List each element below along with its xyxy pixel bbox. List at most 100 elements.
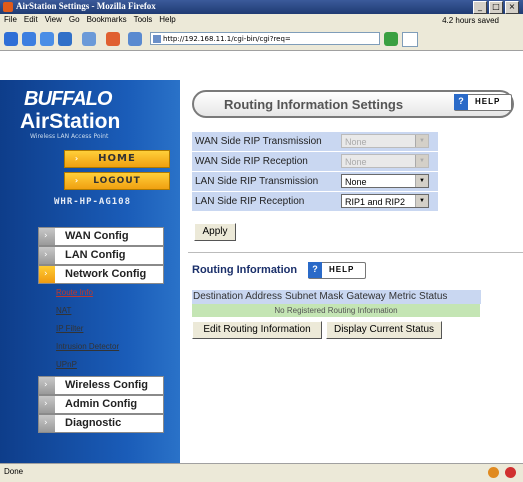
menu-tools[interactable]: Tools [130,14,156,24]
home-button[interactable]: › HOME [64,150,170,168]
form-row: WAN Side RIP Reception None ▼ [192,152,438,171]
maximize-button[interactable]: □ [489,1,503,14]
chevron-down-icon: ▼ [415,135,428,147]
reload-icon[interactable] [40,32,54,46]
nav-square-icon: › [39,228,55,245]
update-icon[interactable] [488,467,499,478]
nav-label: Admin Config [65,398,138,410]
address-bar[interactable]: http://192.168.11.1/cgi-bin/cgi?req= [150,32,380,45]
home-icon[interactable] [82,32,96,46]
lan-rip-reception-select[interactable]: RIP1 and RIP2 ▼ [341,194,429,208]
chevron-down-icon: ▼ [415,175,428,187]
subnav-nat[interactable]: NAT [56,306,71,315]
form-row: LAN Side RIP Reception RIP1 and RIP2 ▼ [192,192,438,211]
history-icon[interactable] [128,32,142,46]
chevron-down-icon: ▼ [415,195,428,207]
col-metric: Metric [388,291,417,302]
help-label: HELP [329,265,355,274]
nav-wan-config[interactable]: › WAN Config [38,227,164,246]
model-name: WHR-HP-AG108 [54,197,132,207]
col-gateway: Gateway [346,291,386,302]
subnav-upnp[interactable]: UPnP [56,360,77,369]
url-text: http://192.168.11.1/cgi-bin/cgi?req= [163,35,291,43]
nav-label: WAN Config [65,230,129,242]
edit-routing-button[interactable]: Edit Routing Information [192,321,322,339]
help-icon: ? [454,94,468,110]
menu-help[interactable]: Help [155,14,178,24]
wan-rip-reception-label: WAN Side RIP Reception [195,156,308,167]
nav-network-config[interactable]: › Network Config [38,265,164,284]
help-button[interactable]: ? HELP [454,94,512,111]
status-bar: Done [0,463,523,482]
subnav-intrusion-detector[interactable]: Intrusion Detector [56,342,119,351]
divider [188,252,523,253]
home-label: HOME [98,153,136,164]
nav-diagnostic[interactable]: › Diagnostic [38,414,164,433]
wan-rip-reception-select[interactable]: None ▼ [341,154,429,168]
col-status: Status [419,291,448,302]
forward-icon[interactable] [22,32,36,46]
wan-rip-transmission-select[interactable]: None ▼ [341,134,429,148]
lan-rip-transmission-label: LAN Side RIP Transmission [195,176,319,187]
nav-label: Wireless Config [65,379,149,391]
lan-rip-reception-label: LAN Side RIP Reception [195,196,305,207]
form-row: LAN Side RIP Transmission None ▼ [192,172,438,191]
logout-label: LOGOUT [93,176,141,186]
apply-button[interactable]: Apply [194,223,236,241]
help-label: HELP [475,97,501,106]
subnav-ip-filter[interactable]: IP Filter [56,324,83,333]
nav-lan-config[interactable]: › LAN Config [38,246,164,265]
subnav-route-info[interactable]: Route Info [56,288,93,297]
wan-rip-transmission-label: WAN Side RIP Transmission [195,136,322,147]
arrow-icon: › [74,176,80,185]
page-top-margin [0,51,523,80]
stop-icon[interactable] [58,32,72,46]
empty-table-row: No Registered Routing Information [192,304,480,317]
nav-square-icon: › [39,377,55,394]
menu-bookmarks[interactable]: Bookmarks [83,14,130,24]
rip-settings-form: WAN Side RIP Transmission None ▼ WAN Side… [192,132,438,212]
menu-go[interactable]: Go [65,14,83,24]
page-title: Routing Information Settings [224,97,404,112]
menu-file[interactable]: File [0,14,20,24]
back-icon[interactable] [4,32,18,46]
menu-view[interactable]: View [41,14,65,24]
routing-table-header: Destination Address Subnet Mask Gateway Met… [192,290,481,304]
minimize-button[interactable]: _ [473,1,487,14]
form-row: WAN Side RIP Transmission None ▼ [192,132,438,151]
col-subnet-mask: Subnet Mask [284,291,344,302]
chevron-down-icon: ▼ [415,155,428,167]
help-icon: ? [308,262,322,278]
display-status-button[interactable]: Display Current Status [326,321,442,339]
nav-wireless-config[interactable]: › Wireless Config [38,376,164,395]
main-content: Routing Information Settings ? HELP WAN … [180,80,523,463]
go-icon[interactable] [384,32,398,46]
nav-label: Network Config [65,268,147,280]
col-destination-address: Destination Address [193,291,282,302]
arrow-icon: › [74,154,80,163]
window-title: AirStation Settings - Mozilla Firefox [16,1,156,11]
nav-square-icon: › [39,247,55,264]
window-titlebar: AirStation Settings - Mozilla Firefox _ … [0,0,523,14]
close-button[interactable]: × [505,1,519,14]
security-icon[interactable] [505,467,516,478]
navigation-toolbar: http://192.168.11.1/cgi-bin/cgi?req= [0,28,523,51]
lan-rip-transmission-select[interactable]: None ▼ [341,174,429,188]
firefox-icon [3,2,13,12]
nav-label: Diagnostic [65,417,122,429]
status-text: Done [4,467,24,476]
nav-square-icon: › [39,266,55,283]
menu-edit[interactable]: Edit [20,14,41,24]
bookmark-icon[interactable] [106,32,120,46]
routing-help-button[interactable]: ? HELP [308,262,366,279]
nav-square-icon: › [39,396,55,413]
nav-admin-config[interactable]: › Admin Config [38,395,164,414]
saved-time-indicator: 4.2 hours saved [442,16,499,25]
sidebar: BUFFALO AirStation Wireless LAN Access P… [0,80,180,463]
page-icon [153,35,161,43]
logout-button[interactable]: › LOGOUT [64,172,170,190]
product-tagline: Wireless LAN Access Point [30,133,109,140]
routing-info-heading: Routing Information [192,264,298,276]
search-box[interactable] [402,32,418,47]
nav-label: LAN Config [65,249,126,261]
